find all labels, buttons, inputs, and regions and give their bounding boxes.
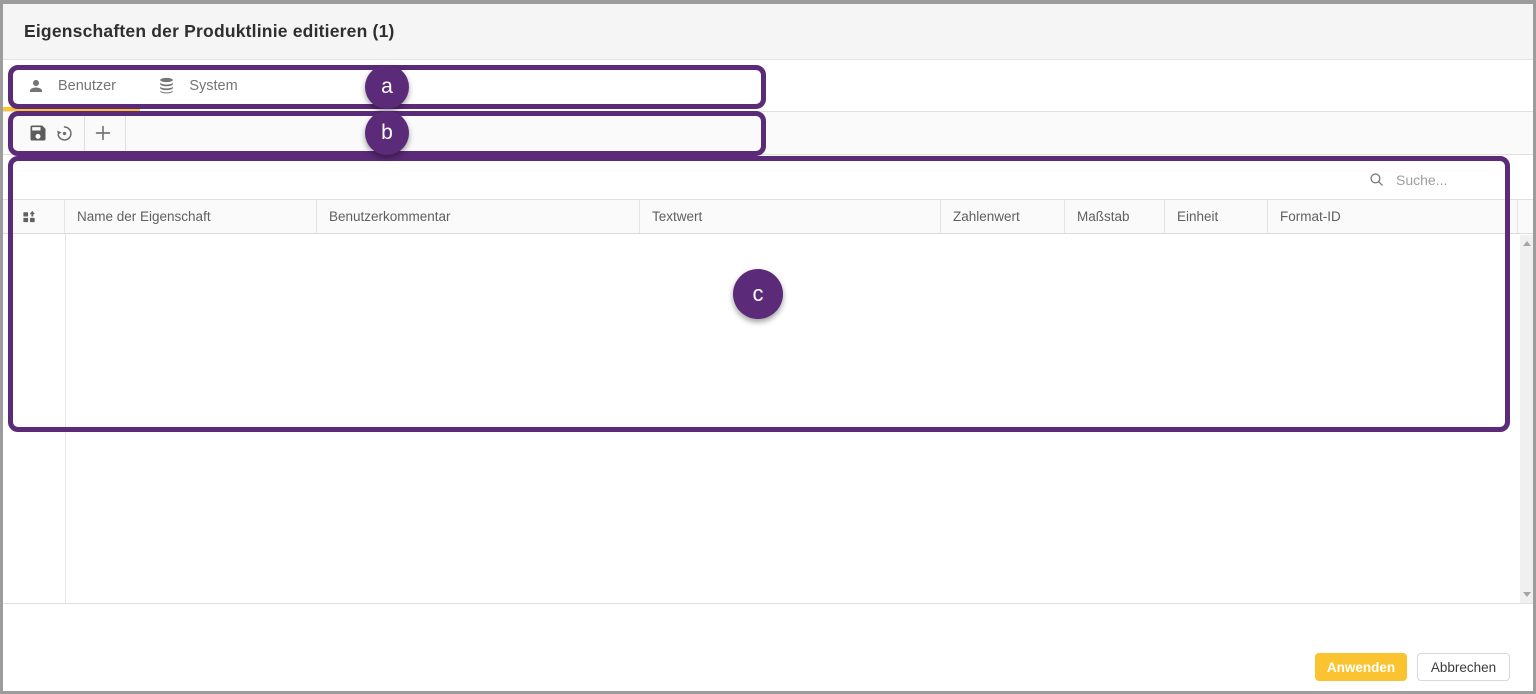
column-chooser-icon bbox=[22, 209, 37, 224]
page-title: Eigenschaften der Produktlinie editieren… bbox=[24, 4, 395, 59]
grid-toolbar bbox=[3, 112, 1533, 155]
table-bottom-border bbox=[3, 603, 1533, 604]
search-input[interactable] bbox=[1394, 171, 1508, 189]
column-chooser-header[interactable] bbox=[3, 200, 65, 233]
add-button[interactable] bbox=[86, 112, 120, 154]
save-icon bbox=[28, 123, 48, 143]
toolbar-separator bbox=[125, 112, 126, 154]
scroll-up-icon[interactable] bbox=[1523, 241, 1531, 246]
apply-button[interactable]: Anwenden bbox=[1315, 653, 1407, 681]
column-header-benutzerkommentar[interactable]: Benutzerkommentar bbox=[317, 200, 640, 233]
table-header-row: Name der Eigenschaft Benutzerkommentar T… bbox=[3, 199, 1533, 234]
column-header-einheit[interactable]: Einheit bbox=[1165, 200, 1268, 233]
tab-system-label: System bbox=[189, 78, 237, 94]
column-header-format-id[interactable]: Format-ID bbox=[1268, 200, 1518, 233]
database-icon bbox=[157, 76, 176, 95]
table-column-divider bbox=[65, 234, 66, 603]
vertical-scrollbar[interactable] bbox=[1520, 235, 1533, 603]
tab-benutzer[interactable]: Benutzer bbox=[3, 60, 140, 111]
scroll-down-icon[interactable] bbox=[1523, 592, 1531, 597]
tab-benutzer-label: Benutzer bbox=[58, 78, 116, 94]
plus-icon bbox=[92, 122, 114, 144]
annotation-marker-c: c bbox=[733, 269, 783, 319]
column-header-textwert[interactable]: Textwert bbox=[640, 200, 941, 233]
column-header-zahlenwert[interactable]: Zahlenwert bbox=[941, 200, 1065, 233]
tab-system[interactable]: System bbox=[140, 60, 255, 111]
tab-bar: Benutzer System bbox=[3, 60, 1533, 112]
column-header-massstab[interactable]: Maßstab bbox=[1065, 200, 1165, 233]
search-icon bbox=[1368, 171, 1385, 188]
grid-search bbox=[1368, 163, 1512, 196]
column-header-name[interactable]: Name der Eigenschaft bbox=[65, 200, 317, 233]
restore-button[interactable] bbox=[47, 112, 81, 154]
header-filler bbox=[1518, 200, 1533, 233]
person-icon bbox=[27, 77, 45, 95]
restore-icon bbox=[54, 123, 75, 144]
cancel-button[interactable]: Abbrechen bbox=[1417, 653, 1510, 681]
title-bar: Eigenschaften der Produktlinie editieren… bbox=[3, 4, 1533, 60]
annotation-box-c bbox=[8, 156, 1510, 432]
toolbar-separator bbox=[84, 112, 85, 154]
